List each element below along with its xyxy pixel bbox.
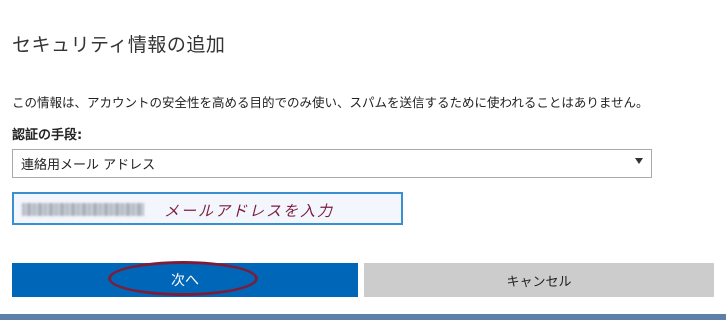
- email-input[interactable]: メールアドレスを入力: [12, 192, 403, 225]
- info-text: この情報は、アカウントの安全性を高める目的でのみ使い、スパムを送信するために使わ…: [12, 95, 649, 110]
- method-select[interactable]: 連絡用メール アドレス: [12, 149, 652, 178]
- email-annotation: メールアドレスを入力: [164, 202, 335, 220]
- blurred-email-value: [22, 203, 144, 216]
- cancel-button[interactable]: キャンセル: [364, 263, 714, 297]
- method-label: 認証の手段:: [12, 128, 83, 143]
- next-button[interactable]: 次へ: [12, 263, 358, 297]
- bottom-bar: [0, 314, 726, 320]
- dropdown-arrow-icon: [635, 158, 643, 164]
- method-select-value: 連絡用メール アドレス: [21, 158, 156, 173]
- dialog-title: セキュリティ情報の追加: [12, 34, 226, 56]
